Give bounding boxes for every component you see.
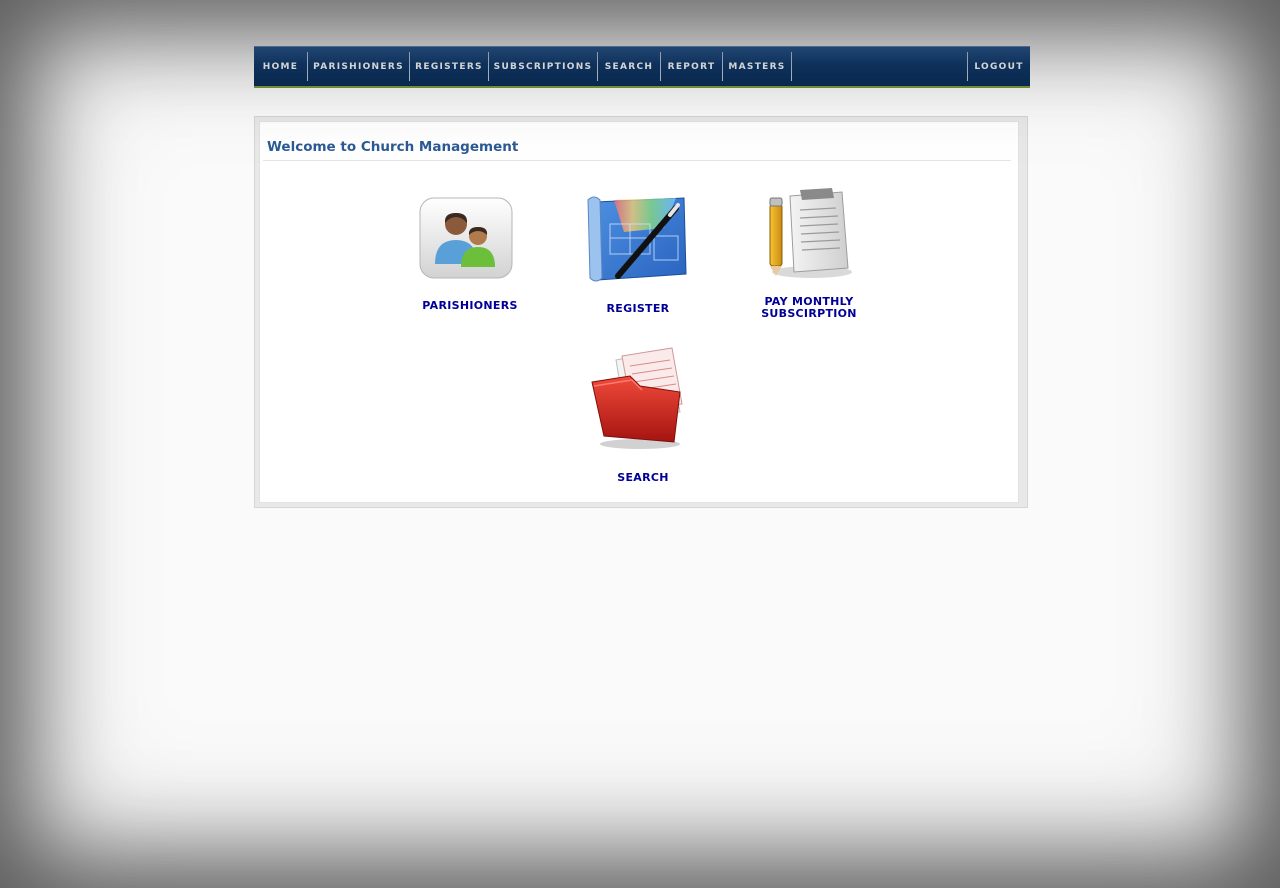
nav-logout[interactable]: LOGOUT bbox=[967, 52, 1030, 81]
content-panel: Welcome to Church Management PARISHIONER… bbox=[254, 116, 1028, 508]
search-folder-icon bbox=[591, 347, 683, 449]
search-label[interactable]: SEARCH bbox=[573, 472, 713, 484]
nav-registers[interactable]: REGISTERS bbox=[410, 52, 489, 81]
register-blueprint-icon bbox=[587, 196, 687, 282]
subscription-notepad-icon bbox=[769, 188, 852, 278]
nav-subscriptions[interactable]: SUBSCRIPTIONS bbox=[489, 52, 598, 81]
nav-masters[interactable]: MASTERS bbox=[723, 52, 792, 81]
nav-parishioners[interactable]: PARISHIONERS bbox=[308, 52, 410, 81]
nav-report[interactable]: REPORT bbox=[661, 52, 723, 81]
content-inner: Welcome to Church Management PARISHIONER… bbox=[259, 121, 1019, 503]
nav-home[interactable]: HOME bbox=[254, 52, 308, 81]
parishioners-tile[interactable]: PARISHIONERS bbox=[410, 192, 550, 312]
top-navbar: HOME PARISHIONERS REGISTERS SUBSCRIPTION… bbox=[254, 46, 1030, 88]
subscription-label-line2[interactable]: SUBSCIRPTION bbox=[739, 308, 879, 320]
search-tile[interactable]: SEARCH bbox=[578, 346, 718, 486]
register-label[interactable]: REGISTER bbox=[568, 303, 708, 315]
nav-search[interactable]: SEARCH bbox=[598, 52, 661, 81]
page-title: Welcome to Church Management bbox=[267, 139, 519, 155]
parishioners-label[interactable]: PARISHIONERS bbox=[400, 300, 540, 312]
subscription-tile[interactable]: PAY MONTHLY SUBSCIRPTION bbox=[738, 186, 879, 320]
register-tile[interactable]: REGISTER bbox=[578, 188, 718, 320]
title-divider bbox=[263, 160, 1011, 161]
parishioners-icon bbox=[419, 197, 513, 279]
